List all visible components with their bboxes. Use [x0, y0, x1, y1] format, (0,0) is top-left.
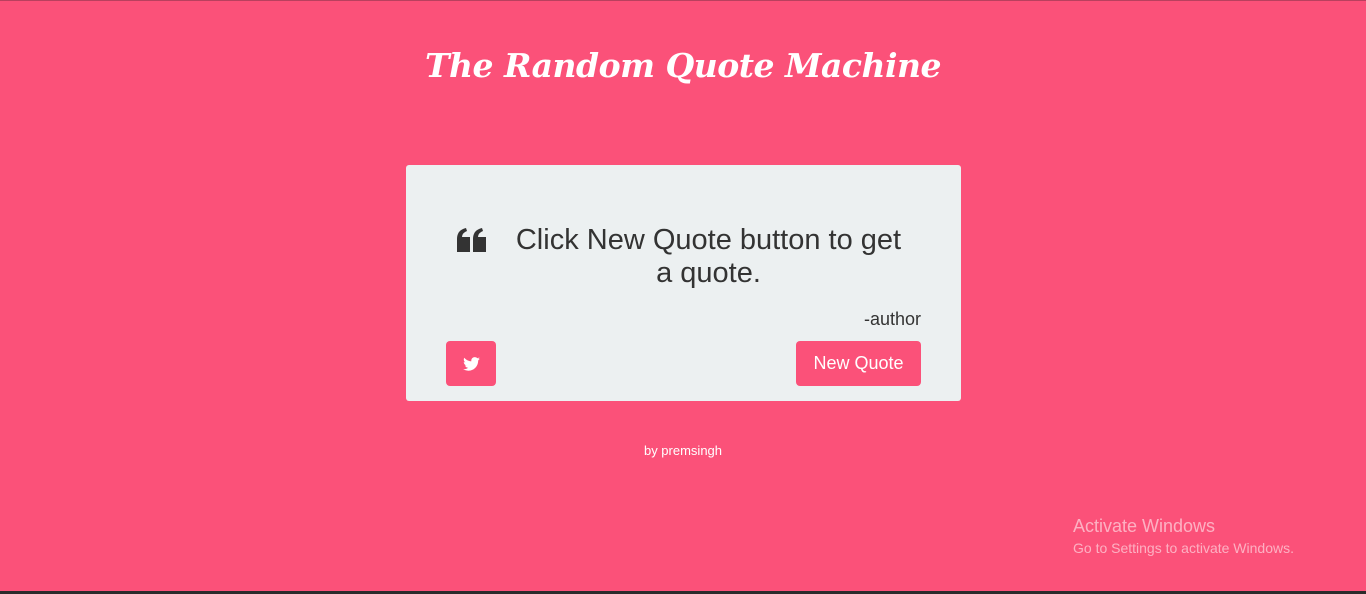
page-title: The Random Quote Machine: [424, 46, 942, 85]
author-credit: by premsingh: [643, 443, 723, 458]
watermark-title: Activate Windows: [1073, 516, 1216, 536]
quote-left-icon: [457, 228, 486, 252]
quote-author: -author: [863, 309, 921, 329]
quote-text: Click New Quote button to get a quote.: [515, 224, 902, 289]
tweet-quote-button[interactable]: [446, 341, 496, 386]
top-border: [0, 0, 1366, 1]
activate-windows-watermark: Activate Windows Go to Settings to activ…: [1073, 515, 1294, 557]
new-quote-button[interactable]: New Quote: [796, 341, 921, 386]
twitter-icon: [462, 356, 480, 371]
quote-box: Click New Quote button to get a quote. -…: [406, 165, 961, 401]
watermark-subtitle: Go to Settings to activate Windows.: [1073, 540, 1294, 556]
